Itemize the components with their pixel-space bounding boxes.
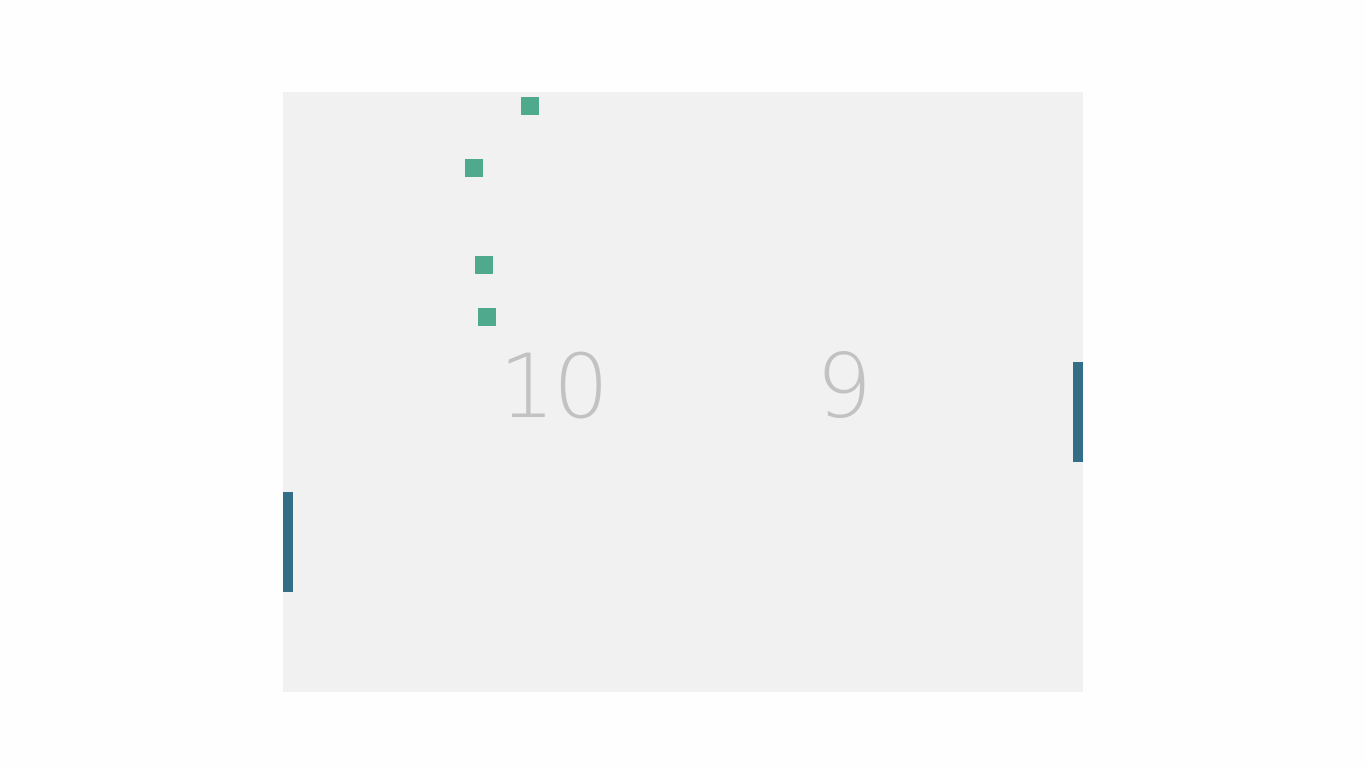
left-player-score: 10 bbox=[499, 335, 609, 438]
ball bbox=[478, 308, 496, 326]
left-paddle[interactable] bbox=[283, 492, 293, 592]
ball bbox=[465, 159, 483, 177]
ball bbox=[475, 256, 493, 274]
right-paddle[interactable] bbox=[1073, 362, 1083, 462]
ball bbox=[521, 97, 539, 115]
right-player-score: 9 bbox=[816, 335, 872, 438]
game-court[interactable]: 10 9 bbox=[283, 92, 1083, 692]
